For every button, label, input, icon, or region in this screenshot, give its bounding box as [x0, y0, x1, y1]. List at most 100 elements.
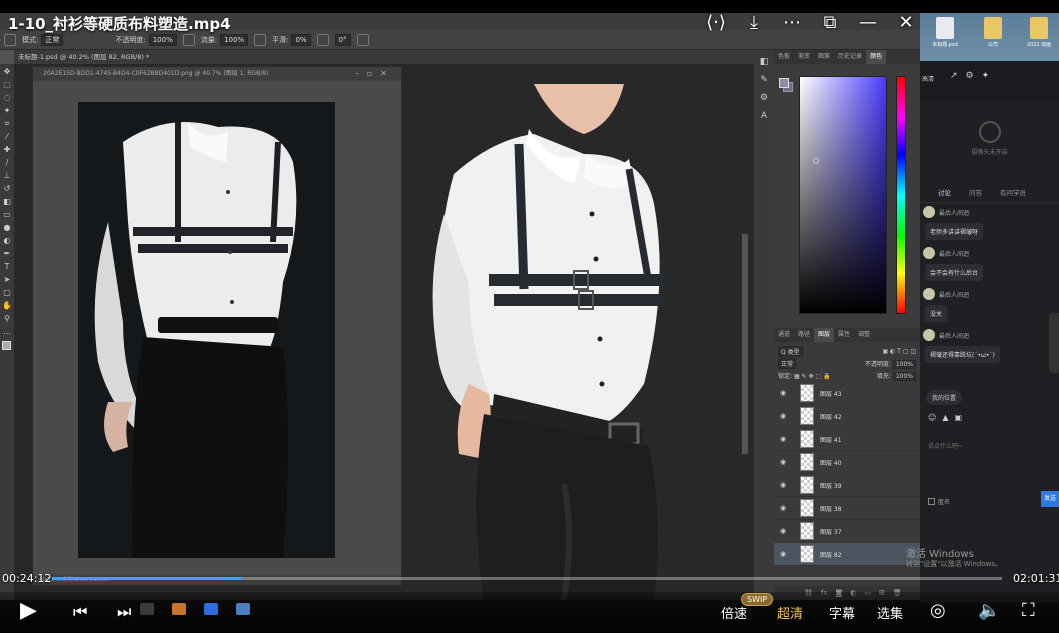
gradient-tool-icon[interactable]: ▭	[2, 210, 12, 220]
pen-tool-icon[interactable]: ✒	[2, 249, 12, 259]
taskbar-app-icon[interactable]	[236, 603, 250, 615]
next-icon[interactable]: ⏭	[117, 602, 131, 622]
header-icons[interactable]: ↗⚙✦	[950, 71, 997, 81]
lasso-tool-icon[interactable]: ◌	[2, 93, 12, 103]
illustration-canvas[interactable]	[414, 84, 744, 600]
angle-input[interactable]: 0°	[334, 33, 351, 46]
tab-patterns[interactable]: 图案	[814, 50, 834, 64]
smooth-input[interactable]: 0%	[291, 33, 311, 46]
eye-icon[interactable]: ◉	[774, 550, 792, 558]
layer-filter-icons[interactable]: ▣ ◐ T ▢ ◫	[882, 348, 916, 355]
download-icon[interactable]: ⤓	[743, 12, 765, 34]
brush-settings-icon[interactable]: ✎	[758, 74, 770, 86]
quality-button[interactable]: 超清	[777, 603, 803, 622]
eye-icon[interactable]: ◉	[774, 389, 792, 397]
play-icon[interactable]: ▶	[20, 598, 37, 623]
marquee-tool-icon[interactable]: ⬚	[2, 80, 12, 90]
layer-row-selected[interactable]: ◉ 图层 82	[774, 543, 920, 566]
stamp-tool-icon[interactable]: ⊥	[2, 171, 12, 181]
shape-tool-icon[interactable]: ▢	[2, 288, 12, 298]
pressure-opacity-icon[interactable]	[182, 33, 195, 46]
pip-icon[interactable]: ⧉	[819, 12, 841, 34]
emoji-toolbar[interactable]: ☺▲▣	[928, 413, 968, 422]
character-panel-icon[interactable]: A	[758, 110, 770, 122]
avatar[interactable]	[923, 247, 935, 259]
reference-image-window[interactable]: 20A2E15D-8DD1-4745-B4D4-C0F62B8D401D.png…	[32, 66, 402, 586]
prev-icon[interactable]: ⏮	[73, 602, 87, 622]
flow-input[interactable]: 100%	[220, 33, 249, 46]
color-picker-handle[interactable]	[813, 158, 819, 164]
side-collapse-tab[interactable]	[1049, 313, 1059, 373]
settings-gear-icon[interactable]	[316, 33, 329, 46]
crop-tool-icon[interactable]: ⌗	[2, 119, 12, 129]
history-brush-icon[interactable]: ↺	[2, 184, 12, 194]
quality-label[interactable]: 高清	[922, 74, 934, 83]
tab-paths[interactable]: 路径	[794, 328, 814, 342]
document-tab[interactable]: 未标题-1.psd @ 40.2% (图层 82, RGB/8) *	[14, 50, 754, 64]
foreground-color-swatch[interactable]	[2, 341, 11, 350]
hand-tool-icon[interactable]: ✋	[2, 301, 12, 311]
minimize-icon[interactable]: —	[857, 12, 879, 34]
tab-gradients[interactable]: 渐变	[794, 50, 814, 64]
window-buttons[interactable]: –▫✕	[355, 67, 395, 81]
eyedropper-icon[interactable]: ⁄	[2, 132, 12, 142]
avatar[interactable]	[923, 206, 935, 218]
subtitles-button[interactable]: 字幕	[829, 603, 855, 622]
layer-row[interactable]: ◉ 图层 42	[774, 405, 920, 428]
eye-icon[interactable]: ◉	[774, 527, 792, 535]
tab-qa[interactable]: 问答	[969, 187, 982, 202]
dodge-tool-icon[interactable]: ◐	[2, 236, 12, 246]
tab-color[interactable]: 颜色	[866, 50, 887, 64]
avatar[interactable]	[923, 288, 935, 300]
chat-input[interactable]: 说点什么吧~	[928, 441, 963, 450]
canvas-scrollbar[interactable]	[742, 234, 748, 454]
tab-swatches[interactable]: 色板	[774, 50, 794, 64]
foreground-color-swatch[interactable]	[779, 78, 789, 88]
tab-students[interactable]: 有问学员	[1000, 187, 1026, 202]
taskbar-app-icon[interactable]	[204, 603, 218, 615]
avatar[interactable]	[923, 329, 935, 341]
tab-discussion[interactable]: 讨论	[938, 187, 951, 202]
tab-channels[interactable]: 通道	[774, 328, 794, 342]
eye-icon[interactable]: ◉	[774, 435, 792, 443]
layer-row[interactable]: ◉ 图层 39	[774, 474, 920, 497]
layer-row[interactable]: ◉ 图层 37	[774, 520, 920, 543]
checkbox[interactable]	[928, 498, 935, 505]
layer-row[interactable]: ◉ 图层 38	[774, 497, 920, 520]
layer-row[interactable]: ◉ 图层 43	[774, 382, 920, 405]
tab-adjustments[interactable]: 调整	[854, 328, 874, 342]
layer-opacity-input[interactable]: 100%	[892, 359, 916, 369]
healing-brush-icon[interactable]: ✚	[2, 145, 12, 155]
blend-mode-select[interactable]: 正常	[778, 357, 797, 369]
blur-tool-icon[interactable]: ●	[2, 223, 12, 233]
close-icon[interactable]: ✕	[895, 12, 917, 34]
mode-select[interactable]: 正常	[41, 33, 64, 46]
eye-icon[interactable]: ◉	[774, 412, 792, 420]
progress-bar[interactable]	[52, 577, 1002, 580]
reference-window-titlebar[interactable]: 20A2E15D-8DD1-4745-B4D4-C0F62B8D401D.png…	[33, 67, 401, 81]
fullscreen-icon[interactable]: ⛶	[1022, 600, 1035, 621]
speed-button[interactable]: 倍速	[721, 603, 747, 622]
tab-history[interactable]: 历史记录	[834, 50, 866, 64]
eye-icon[interactable]: ◉	[774, 458, 792, 466]
zoom-tool-icon[interactable]: ⚲	[2, 314, 12, 324]
eraser-tool-icon[interactable]: ◧	[2, 197, 12, 207]
layer-row[interactable]: ◉ 图层 41	[774, 428, 920, 451]
send-button[interactable]: 发送	[1041, 491, 1059, 507]
danmaku-icon[interactable]: ◎	[930, 600, 946, 621]
lock-icons[interactable]: ▦ ✎ ✥ ⬚ 🔒	[794, 373, 831, 380]
eye-icon[interactable]: ◉	[774, 504, 792, 512]
airbrush-icon[interactable]	[254, 33, 267, 46]
fg-bg-swatches[interactable]	[779, 78, 793, 92]
taskbar-app-icon[interactable]	[172, 603, 186, 615]
layer-filter-select[interactable]: Q 类型	[778, 345, 803, 357]
type-tool-icon[interactable]: T	[2, 262, 12, 272]
more-tools-icon[interactable]: …	[2, 327, 12, 337]
symmetry-icon[interactable]	[356, 33, 369, 46]
desktop-folder-icon[interactable]: 公司	[978, 17, 1008, 48]
episodes-button[interactable]: 选集	[877, 603, 903, 622]
smooth-option[interactable]: 平滑: 0%	[272, 33, 311, 46]
my-position-button[interactable]: 我的位置	[926, 390, 963, 405]
layer-row[interactable]: ◉ 图层 40	[774, 451, 920, 474]
desktop-folder-icon[interactable]: 2022 动画	[1024, 17, 1054, 48]
